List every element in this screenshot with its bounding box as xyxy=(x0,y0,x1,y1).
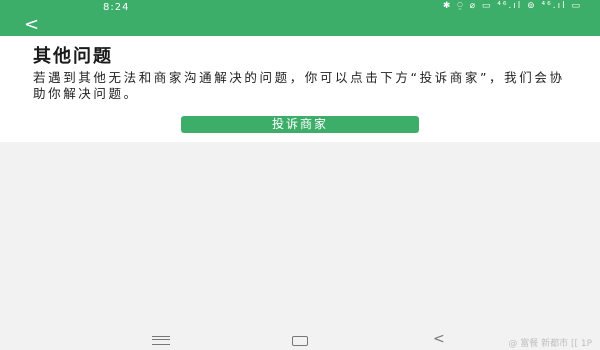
status-time: 8:24 xyxy=(103,2,130,13)
home-icon[interactable] xyxy=(292,336,308,346)
page-title: 其他问题 xyxy=(33,46,113,67)
menu-icon[interactable] xyxy=(152,336,170,345)
status-bar-header: 8:24 ✱ ⍜ ⌀ ▭ ⁴⁶.ıl ⊚ ⁴⁶.ıl ▭ < xyxy=(0,0,600,36)
complain-merchant-button[interactable]: 投诉商家 xyxy=(181,116,419,133)
watermark: @ 富餐 新都市 [[ 1P xyxy=(508,339,592,349)
nav-back-icon[interactable]: < xyxy=(433,331,445,347)
status-icons: ✱ ⍜ ⌀ ▭ ⁴⁶.ıl ⊚ ⁴⁶.ıl ▭ xyxy=(442,1,582,11)
back-icon[interactable]: < xyxy=(24,16,46,34)
page-description: 若遇到其他无法和商家沟通解决的问题，你可以点击下方“投诉商家”，我们会协助你解决… xyxy=(33,70,565,101)
